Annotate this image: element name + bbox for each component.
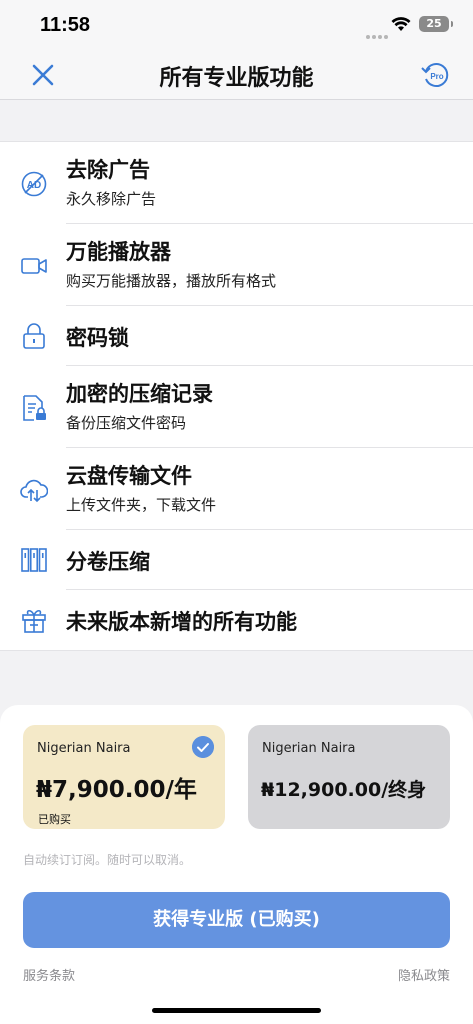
encrypted-file-icon (23, 395, 46, 421)
status-bar: 11:58 25 (0, 0, 473, 50)
feature-future-features: 未来版本新增的所有功能 (22, 590, 473, 650)
feature-encrypted-records: 加密的压缩记录 备份压缩文件密码 (23, 366, 473, 448)
get-pro-button[interactable]: 获得专业版 (已购买) (23, 892, 450, 948)
feature-universal-player: 万能播放器 购买万能播放器，播放所有格式 (21, 224, 473, 306)
battery-icon: 25 (419, 16, 453, 32)
feature-title: 分卷压缩 (66, 550, 150, 574)
feature-title: 万能播放器 (66, 240, 171, 264)
wifi-icon (391, 17, 411, 31)
feature-list: AD 去除广告 永久移除广告 万能播放器 购买万能播放器，播放所有格式 密码锁 … (0, 141, 473, 651)
home-indicator (152, 1008, 321, 1013)
cellular-signal-icon (366, 24, 390, 43)
plan-currency: Nigerian Naira (262, 741, 356, 756)
no-ads-icon: AD (21, 171, 47, 197)
feature-subtitle: 购买万能播放器，播放所有格式 (66, 272, 277, 290)
purchase-panel: Nigerian Naira ₦7,900.00/年 已购买 Nigerian … (0, 705, 473, 1024)
plan-status: 已购买 (38, 813, 71, 826)
feature-split-volumes: 分卷压缩 (21, 530, 473, 590)
feature-title: 未来版本新增的所有功能 (66, 610, 297, 634)
svg-text:AD: AD (27, 180, 41, 191)
feature-title: 去除广告 (66, 158, 150, 182)
checkmark-icon (192, 736, 214, 758)
feature-subtitle: 备份压缩文件密码 (66, 414, 187, 432)
feature-passcode-lock: 密码锁 (23, 306, 473, 366)
feature-title: 加密的压缩记录 (66, 382, 213, 406)
privacy-link[interactable]: 隐私政策 (398, 965, 450, 984)
renew-note: 自动续订订阅。随时可以取消。 (23, 853, 192, 867)
plan-price: ₦7,900.00/年 (36, 777, 197, 803)
video-camera-icon (21, 258, 47, 274)
plan-lifetime-card[interactable]: Nigerian Naira ₦12,900.00/终身 (248, 725, 450, 829)
feature-subtitle: 永久移除广告 (66, 190, 157, 208)
svg-text:Pro: Pro (430, 72, 443, 81)
terms-link[interactable]: 服务条款 (23, 965, 75, 984)
plan-yearly-card[interactable]: Nigerian Naira ₦7,900.00/年 已购买 (23, 725, 225, 829)
feature-cloud-transfer: 云盘传输文件 上传文件夹，下载文件 (20, 448, 473, 530)
split-volumes-icon (21, 548, 47, 572)
plan-price: ₦12,900.00/终身 (261, 779, 427, 801)
restore-pro-icon[interactable]: Pro (420, 59, 452, 91)
feature-title: 密码锁 (66, 326, 129, 350)
page-title: 所有专业版功能 (159, 66, 314, 91)
plan-currency: Nigerian Naira (37, 741, 131, 756)
gift-icon (22, 609, 46, 633)
nav-bar: 所有专业版功能 Pro (0, 50, 473, 100)
feature-subtitle: 上传文件夹，下载文件 (66, 496, 217, 514)
feature-remove-ads: AD 去除广告 永久移除广告 (21, 142, 473, 224)
status-time: 11:58 (40, 14, 91, 36)
lock-icon (23, 323, 45, 349)
feature-title: 云盘传输文件 (66, 464, 192, 488)
cloud-transfer-icon (20, 479, 48, 503)
